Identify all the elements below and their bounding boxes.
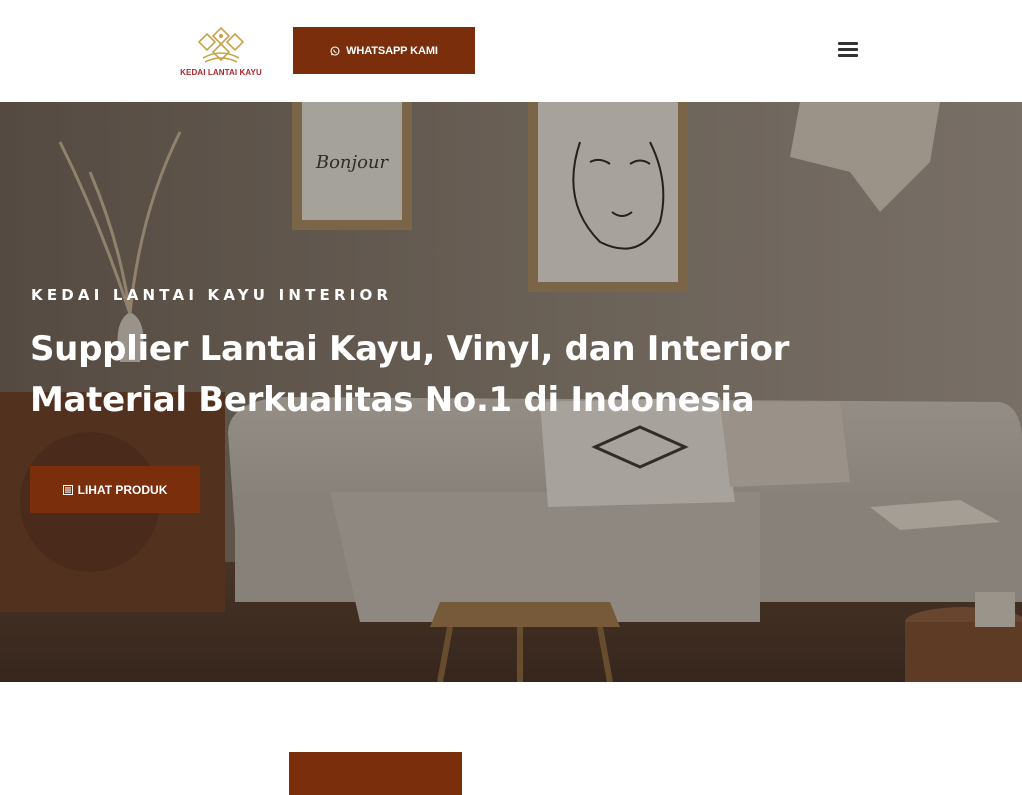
menu-bar (838, 54, 858, 57)
section-heading-block (289, 752, 462, 795)
menu-bar (838, 48, 858, 51)
whatsapp-icon (330, 45, 340, 56)
logo-text: KEDAI LANTAI KAYU (180, 68, 262, 77)
hero-title: Supplier Lantai Kayu, Vinyl, dan Interio… (30, 324, 790, 426)
site-header: KEDAI LANTAI KAYU WHATSAPP KAMI (0, 0, 1022, 102)
lihat-produk-label: LIHAT PRODUK (77, 482, 168, 497)
hamburger-menu-icon[interactable] (836, 42, 860, 60)
logo-emblem-icon (197, 26, 245, 63)
menu-bar (838, 42, 858, 45)
list-icon (62, 484, 73, 495)
hero-title-line-2: Material Berkualitas No.1 di Indonesia (30, 380, 755, 420)
lihat-produk-button[interactable]: LIHAT PRODUK (30, 466, 200, 513)
whatsapp-button[interactable]: WHATSAPP KAMI (293, 27, 475, 74)
hero-eyebrow: KEDAI LANTAI KAYU INTERIOR (31, 286, 393, 304)
hero-section: Bonjour KEDAI LANTAI KAYU INTERIOR Suppl… (0, 102, 1022, 682)
logo[interactable]: KEDAI LANTAI KAYU (176, 24, 266, 80)
whatsapp-button-label: WHATSAPP KAMI (346, 44, 438, 57)
hero-title-line-1: Supplier Lantai Kayu, Vinyl, dan Interio… (30, 329, 790, 369)
